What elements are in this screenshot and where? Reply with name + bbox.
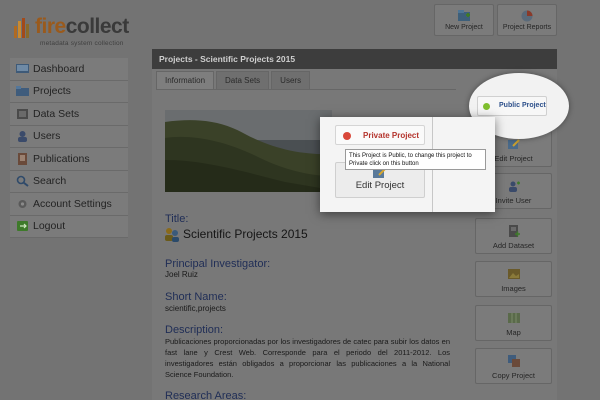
project-users-icon [165,228,179,242]
project-reports-button[interactable]: Project Reports [497,4,557,36]
public-project-button[interactable]: Public Project [477,96,547,116]
research-areas-label: Research Areas: [165,390,247,400]
map-icon [507,313,520,323]
title-value-row: Scientific Projects 2015 [164,226,308,242]
images-label: Images [501,284,526,293]
users-icon [18,131,27,143]
flame-logo-icon [14,18,29,38]
map-label: Map [506,328,521,337]
sidebar-item-logout[interactable]: Logout [10,215,128,238]
project-photo [165,110,332,192]
images-icon [507,269,520,279]
pi-value: Joel Ruiz [165,270,198,279]
project-reports-icon [521,10,533,22]
short-name-value: scientific,projects [165,304,226,313]
edit-project-label: Edit Project [355,180,405,191]
sidebar-item-dashboard[interactable]: Dashboard [10,58,128,81]
sidebar-item-label: Data Sets [33,107,80,120]
datasets-icon [17,108,28,119]
description-value: Publicaciones proporcionadas por los inv… [165,337,450,379]
new-project-icon [458,10,470,21]
add-dataset-button[interactable]: Add Dataset [475,218,552,254]
sidebar-item-label: Search [33,175,67,188]
title-value: Scientific Projects 2015 [183,227,308,241]
sidebar-item-publications[interactable]: Publications [10,148,128,171]
map-button[interactable]: Map [475,305,552,341]
private-status-dot-icon [343,132,351,140]
title-label: Title: [165,213,189,225]
visibility-tooltip: This Project is Public, to change this p… [345,149,486,170]
sidebar-item-label: Logout [33,220,66,233]
sidebar-item-label: Publications [33,152,90,165]
sidebar-item-account-settings[interactable]: Account Settings [10,193,128,216]
folder-icon [16,86,29,97]
description-label: Description: [165,324,224,336]
add-dataset-label: Add Dataset [492,241,535,250]
publications-icon [18,152,27,165]
dashboard-icon [16,63,29,73]
sidebar-item-label: Account Settings [33,197,112,210]
private-project-label: Private Project [363,131,420,140]
public-project-label: Public Project [499,102,546,109]
edit-icon [507,139,520,149]
add-dataset-icon [508,225,520,237]
settings-icon [18,199,27,208]
sidebar-item-users[interactable]: Users [10,125,128,148]
sidebar-item-label: Dashboard [33,62,85,75]
public-status-dot-icon [483,103,490,110]
copy-project-label: Copy Project [492,371,535,380]
logo-tagline: metadata system collection [40,40,124,47]
sidebar-item-label: Projects [33,85,71,98]
new-project-button[interactable]: New Project [434,4,494,36]
tab-users[interactable]: Users [271,71,311,89]
tab-divider [156,89,456,90]
short-name-label: Short Name: [165,291,227,303]
new-project-label: New Project [445,24,483,31]
pi-label: Principal Investigator: [165,258,271,270]
copy-icon [507,355,520,367]
sidebar-item-datasets[interactable]: Data Sets [10,103,128,126]
sidebar-nav: Dashboard Projects Data Sets Users Publi… [10,58,128,238]
sidebar-item-label: Users [33,130,61,143]
images-button[interactable]: Images [475,261,552,297]
private-project-button[interactable]: Private Project [335,125,425,145]
tab-bar: Information Data Sets Users [156,71,312,89]
tab-information[interactable]: Information [156,71,215,89]
invite-user-icon [508,181,520,192]
panel-header: Projects - Scientific Projects 2015 [152,49,557,69]
logout-icon [17,221,28,232]
copy-project-button[interactable]: Copy Project [475,348,552,384]
project-reports-label: Project Reports [502,24,552,31]
search-icon [16,175,29,188]
logo-wordmark: firecollect [35,15,129,38]
sidebar-item-search[interactable]: Search [10,170,128,193]
tab-datasets[interactable]: Data Sets [216,71,270,89]
app-logo[interactable]: firecollect metadata system collection [12,14,129,48]
sidebar-item-projects[interactable]: Projects [10,80,128,103]
page-overlay: firecollect metadata system collection N… [0,0,600,400]
